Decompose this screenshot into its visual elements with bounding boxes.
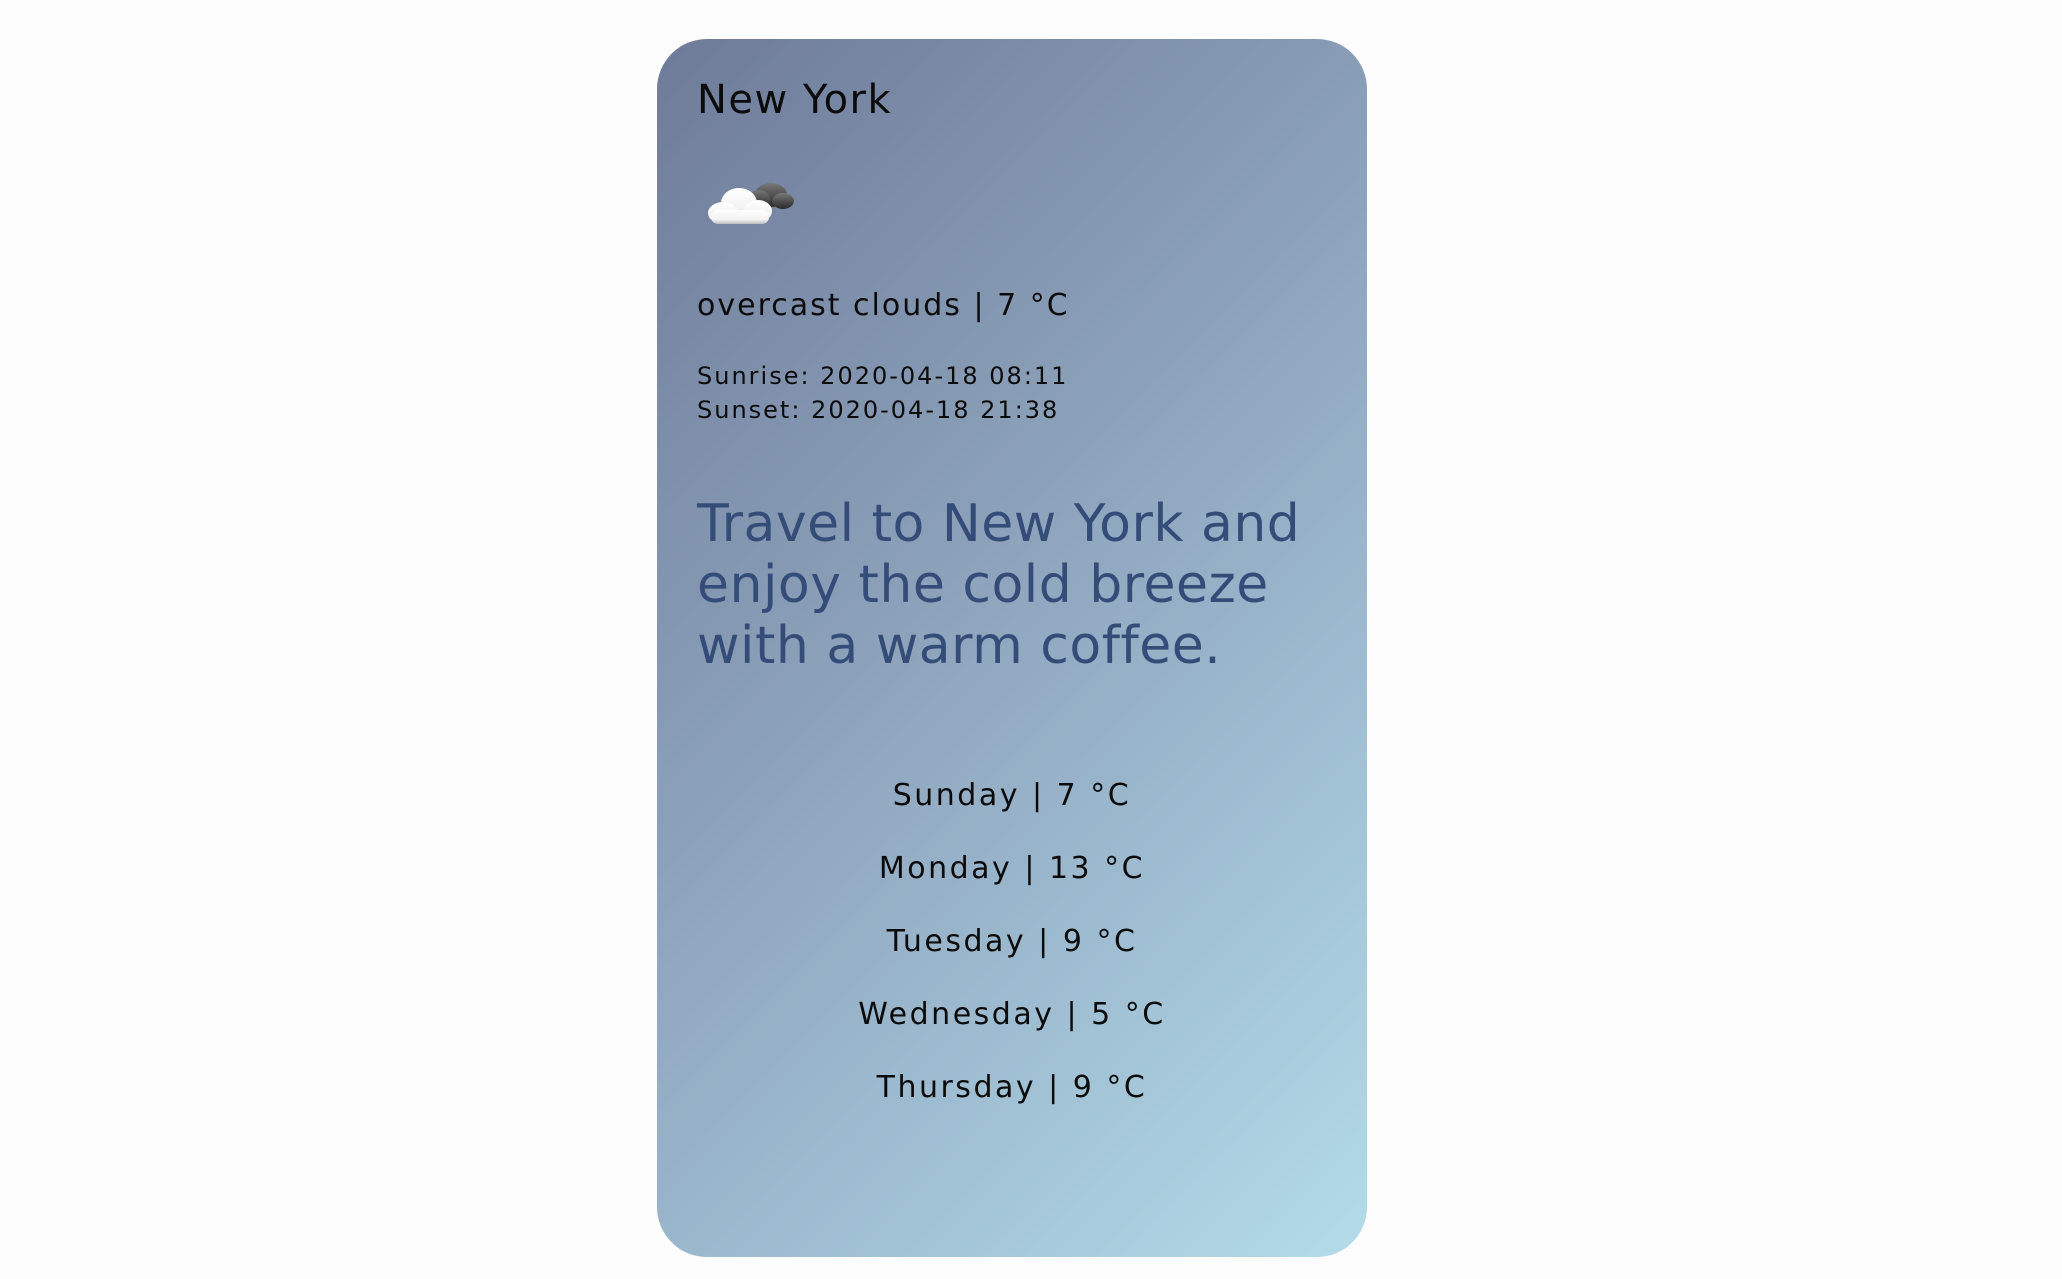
forecast-item: Wednesday | 5 °C xyxy=(858,997,1166,1032)
cloud-icon xyxy=(708,183,794,224)
forecast-list: Sunday | 7 °C Monday | 13 °C Tuesday | 9… xyxy=(657,779,1367,1144)
weather-card: New York overcast clouds | 7 °C Sunrise:… xyxy=(657,39,1367,1257)
travel-tagline: Travel to New York and enjoy the cold br… xyxy=(697,494,1301,676)
weather-summary: overcast clouds | 7 °C xyxy=(697,288,1070,323)
city-name: New York xyxy=(697,77,893,123)
forecast-item: Monday | 13 °C xyxy=(878,851,1146,886)
sunrise-time: Sunrise: 2020-04-18 08:11 xyxy=(697,362,1069,390)
forecast-item: Sunday | 7 °C xyxy=(892,778,1132,813)
forecast-item: Thursday | 9 °C xyxy=(876,1070,1148,1105)
forecast-item: Tuesday | 9 °C xyxy=(886,924,1138,959)
sunset-time: Sunset: 2020-04-18 21:38 xyxy=(697,396,1060,424)
